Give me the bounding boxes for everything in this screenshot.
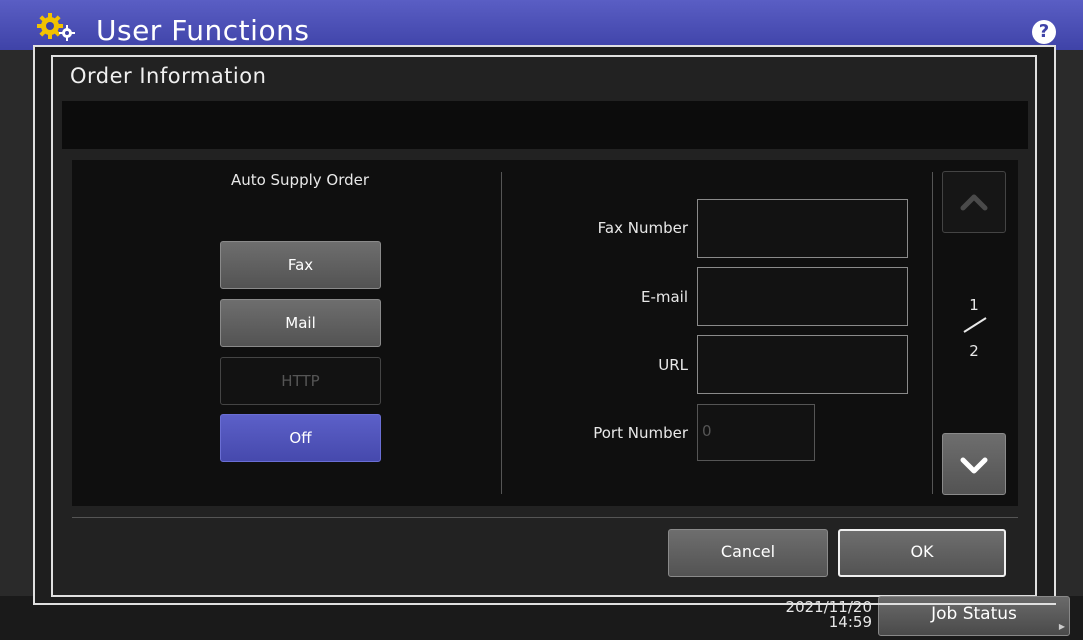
fax-option-button[interactable]: Fax xyxy=(220,241,381,289)
footer-divider xyxy=(72,517,1018,518)
chevron-up-icon xyxy=(960,194,988,211)
column-divider xyxy=(501,172,502,494)
port-number-input: 0 xyxy=(697,404,815,461)
app-header: User Functions ? xyxy=(0,0,1083,50)
email-input[interactable] xyxy=(697,267,908,326)
auto-supply-order-label: Auto Supply Order xyxy=(230,171,370,189)
cancel-button[interactable]: Cancel xyxy=(668,529,828,577)
page-separator xyxy=(963,317,987,333)
chevron-down-icon xyxy=(960,457,988,474)
job-status-label: Job Status xyxy=(931,604,1017,624)
background-panel-right xyxy=(1056,50,1083,596)
scroll-divider xyxy=(932,172,933,494)
url-input[interactable] xyxy=(697,335,908,394)
fax-number-input[interactable] xyxy=(697,199,908,258)
ok-button[interactable]: OK xyxy=(838,529,1006,577)
app-title: User Functions xyxy=(96,14,310,47)
dialog-outer-frame-overlay xyxy=(33,603,1056,605)
triangle-icon: ▶ xyxy=(1058,622,1065,631)
off-option-button[interactable]: Off xyxy=(220,414,381,462)
url-label: URL xyxy=(658,356,688,374)
scroll-down-button[interactable] xyxy=(942,433,1006,495)
gear-icon xyxy=(37,13,75,41)
fax-number-label: Fax Number xyxy=(597,219,688,237)
clock-time: 14:59 xyxy=(828,613,872,631)
scroll-up-button xyxy=(942,171,1006,233)
dialog-title: Order Information xyxy=(70,64,267,88)
mail-option-button[interactable]: Mail xyxy=(220,299,381,347)
http-option-button: HTTP xyxy=(220,357,381,405)
total-pages: 2 xyxy=(969,342,979,360)
message-bar xyxy=(62,101,1028,149)
help-icon[interactable]: ? xyxy=(1032,20,1056,44)
job-status-button[interactable]: Job Status ▶ xyxy=(878,596,1070,636)
page-indicator: 1 2 xyxy=(950,296,998,360)
current-page: 1 xyxy=(969,296,979,314)
email-label: E-mail xyxy=(640,288,688,306)
background-panel-left xyxy=(0,50,33,596)
port-number-label: Port Number xyxy=(593,424,688,442)
